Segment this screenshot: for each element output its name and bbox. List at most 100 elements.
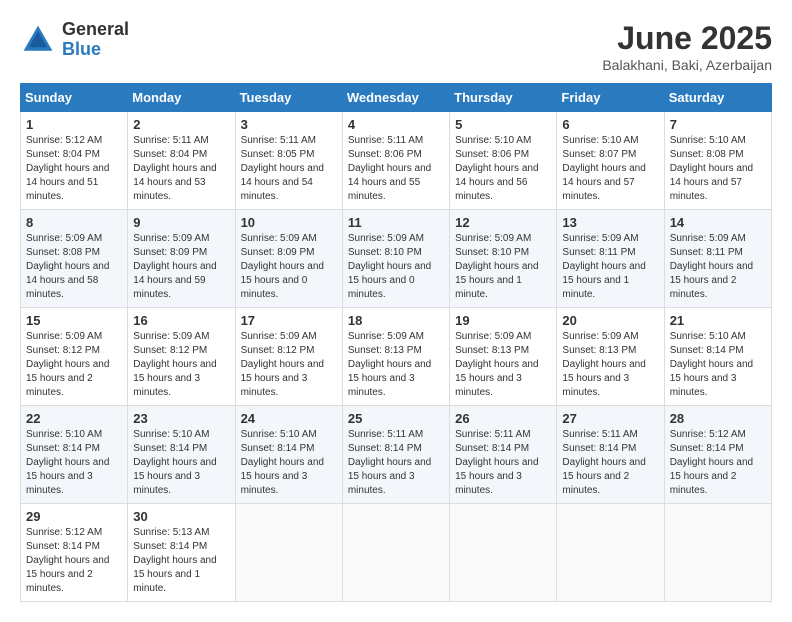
header: General Blue June 2025 Balakhani, Baki, … xyxy=(20,20,772,73)
day-info: Sunrise: 5:10 AMSunset: 8:06 PMDaylight … xyxy=(455,135,538,202)
day-number: 17 xyxy=(241,313,337,328)
day-info: Sunrise: 5:09 AMSunset: 8:11 PMDaylight … xyxy=(562,233,645,300)
calendar-title: June 2025 xyxy=(602,20,772,57)
day-info: Sunrise: 5:10 AMSunset: 8:08 PMDaylight … xyxy=(670,135,753,202)
day-info: Sunrise: 5:10 AMSunset: 8:14 PMDaylight … xyxy=(670,331,753,398)
week-row-1: 1 Sunrise: 5:12 AMSunset: 8:04 PMDayligh… xyxy=(21,112,772,210)
day-cell-8: 8 Sunrise: 5:09 AMSunset: 8:08 PMDayligh… xyxy=(21,210,128,308)
week-row-2: 8 Sunrise: 5:09 AMSunset: 8:08 PMDayligh… xyxy=(21,210,772,308)
empty-cell xyxy=(450,504,557,602)
day-info: Sunrise: 5:12 AMSunset: 8:14 PMDaylight … xyxy=(26,527,109,594)
day-number: 20 xyxy=(562,313,658,328)
logo-blue-text: Blue xyxy=(62,40,129,60)
day-number: 26 xyxy=(455,411,551,426)
day-cell-13: 13 Sunrise: 5:09 AMSunset: 8:11 PMDaylig… xyxy=(557,210,664,308)
day-info: Sunrise: 5:09 AMSunset: 8:12 PMDaylight … xyxy=(133,331,216,398)
day-cell-3: 3 Sunrise: 5:11 AMSunset: 8:05 PMDayligh… xyxy=(235,112,342,210)
week-row-3: 15 Sunrise: 5:09 AMSunset: 8:12 PMDaylig… xyxy=(21,308,772,406)
week-row-4: 22 Sunrise: 5:10 AMSunset: 8:14 PMDaylig… xyxy=(21,406,772,504)
day-cell-27: 27 Sunrise: 5:11 AMSunset: 8:14 PMDaylig… xyxy=(557,406,664,504)
day-info: Sunrise: 5:11 AMSunset: 8:06 PMDaylight … xyxy=(348,135,431,202)
day-info: Sunrise: 5:09 AMSunset: 8:10 PMDaylight … xyxy=(348,233,431,300)
logo-general-text: General xyxy=(62,20,129,40)
day-cell-17: 17 Sunrise: 5:09 AMSunset: 8:12 PMDaylig… xyxy=(235,308,342,406)
day-info: Sunrise: 5:09 AMSunset: 8:11 PMDaylight … xyxy=(670,233,753,300)
empty-cell xyxy=(235,504,342,602)
day-cell-2: 2 Sunrise: 5:11 AMSunset: 8:04 PMDayligh… xyxy=(128,112,235,210)
day-cell-14: 14 Sunrise: 5:09 AMSunset: 8:11 PMDaylig… xyxy=(664,210,771,308)
day-number: 10 xyxy=(241,215,337,230)
day-number: 28 xyxy=(670,411,766,426)
day-number: 11 xyxy=(348,215,444,230)
day-number: 25 xyxy=(348,411,444,426)
empty-cell xyxy=(557,504,664,602)
empty-cell xyxy=(342,504,449,602)
weekday-header-saturday: Saturday xyxy=(664,84,771,112)
day-cell-20: 20 Sunrise: 5:09 AMSunset: 8:13 PMDaylig… xyxy=(557,308,664,406)
day-cell-11: 11 Sunrise: 5:09 AMSunset: 8:10 PMDaylig… xyxy=(342,210,449,308)
logo: General Blue xyxy=(20,20,129,60)
day-number: 21 xyxy=(670,313,766,328)
day-info: Sunrise: 5:12 AMSunset: 8:04 PMDaylight … xyxy=(26,135,109,202)
day-number: 8 xyxy=(26,215,122,230)
day-info: Sunrise: 5:10 AMSunset: 8:14 PMDaylight … xyxy=(241,429,324,496)
day-number: 3 xyxy=(241,117,337,132)
day-info: Sunrise: 5:11 AMSunset: 8:14 PMDaylight … xyxy=(455,429,538,496)
day-cell-23: 23 Sunrise: 5:10 AMSunset: 8:14 PMDaylig… xyxy=(128,406,235,504)
day-info: Sunrise: 5:10 AMSunset: 8:14 PMDaylight … xyxy=(26,429,109,496)
day-info: Sunrise: 5:09 AMSunset: 8:13 PMDaylight … xyxy=(455,331,538,398)
day-cell-25: 25 Sunrise: 5:11 AMSunset: 8:14 PMDaylig… xyxy=(342,406,449,504)
day-info: Sunrise: 5:13 AMSunset: 8:14 PMDaylight … xyxy=(133,527,216,594)
calendar-subtitle: Balakhani, Baki, Azerbaijan xyxy=(602,57,772,73)
day-info: Sunrise: 5:09 AMSunset: 8:10 PMDaylight … xyxy=(455,233,538,300)
day-number: 7 xyxy=(670,117,766,132)
weekday-header-monday: Monday xyxy=(128,84,235,112)
weekday-header-friday: Friday xyxy=(557,84,664,112)
day-info: Sunrise: 5:12 AMSunset: 8:14 PMDaylight … xyxy=(670,429,753,496)
day-info: Sunrise: 5:09 AMSunset: 8:13 PMDaylight … xyxy=(562,331,645,398)
day-number: 19 xyxy=(455,313,551,328)
day-info: Sunrise: 5:09 AMSunset: 8:12 PMDaylight … xyxy=(26,331,109,398)
day-number: 22 xyxy=(26,411,122,426)
day-cell-24: 24 Sunrise: 5:10 AMSunset: 8:14 PMDaylig… xyxy=(235,406,342,504)
weekday-header-row: SundayMondayTuesdayWednesdayThursdayFrid… xyxy=(21,84,772,112)
day-info: Sunrise: 5:10 AMSunset: 8:07 PMDaylight … xyxy=(562,135,645,202)
day-number: 15 xyxy=(26,313,122,328)
weekday-header-thursday: Thursday xyxy=(450,84,557,112)
day-cell-7: 7 Sunrise: 5:10 AMSunset: 8:08 PMDayligh… xyxy=(664,112,771,210)
day-number: 23 xyxy=(133,411,229,426)
week-row-5: 29 Sunrise: 5:12 AMSunset: 8:14 PMDaylig… xyxy=(21,504,772,602)
day-number: 4 xyxy=(348,117,444,132)
day-cell-16: 16 Sunrise: 5:09 AMSunset: 8:12 PMDaylig… xyxy=(128,308,235,406)
day-number: 16 xyxy=(133,313,229,328)
day-number: 24 xyxy=(241,411,337,426)
day-number: 13 xyxy=(562,215,658,230)
day-info: Sunrise: 5:11 AMSunset: 8:05 PMDaylight … xyxy=(241,135,324,202)
day-number: 9 xyxy=(133,215,229,230)
day-info: Sunrise: 5:10 AMSunset: 8:14 PMDaylight … xyxy=(133,429,216,496)
weekday-header-wednesday: Wednesday xyxy=(342,84,449,112)
day-number: 12 xyxy=(455,215,551,230)
day-cell-19: 19 Sunrise: 5:09 AMSunset: 8:13 PMDaylig… xyxy=(450,308,557,406)
day-number: 2 xyxy=(133,117,229,132)
day-cell-22: 22 Sunrise: 5:10 AMSunset: 8:14 PMDaylig… xyxy=(21,406,128,504)
day-info: Sunrise: 5:09 AMSunset: 8:12 PMDaylight … xyxy=(241,331,324,398)
day-cell-6: 6 Sunrise: 5:10 AMSunset: 8:07 PMDayligh… xyxy=(557,112,664,210)
day-number: 1 xyxy=(26,117,122,132)
day-number: 5 xyxy=(455,117,551,132)
weekday-header-tuesday: Tuesday xyxy=(235,84,342,112)
day-number: 18 xyxy=(348,313,444,328)
day-number: 29 xyxy=(26,509,122,524)
day-info: Sunrise: 5:09 AMSunset: 8:13 PMDaylight … xyxy=(348,331,431,398)
day-cell-1: 1 Sunrise: 5:12 AMSunset: 8:04 PMDayligh… xyxy=(21,112,128,210)
day-info: Sunrise: 5:11 AMSunset: 8:04 PMDaylight … xyxy=(133,135,216,202)
day-info: Sunrise: 5:11 AMSunset: 8:14 PMDaylight … xyxy=(562,429,645,496)
weekday-header-sunday: Sunday xyxy=(21,84,128,112)
day-cell-26: 26 Sunrise: 5:11 AMSunset: 8:14 PMDaylig… xyxy=(450,406,557,504)
day-info: Sunrise: 5:09 AMSunset: 8:08 PMDaylight … xyxy=(26,233,109,300)
day-number: 6 xyxy=(562,117,658,132)
day-info: Sunrise: 5:11 AMSunset: 8:14 PMDaylight … xyxy=(348,429,431,496)
day-cell-4: 4 Sunrise: 5:11 AMSunset: 8:06 PMDayligh… xyxy=(342,112,449,210)
day-cell-10: 10 Sunrise: 5:09 AMSunset: 8:09 PMDaylig… xyxy=(235,210,342,308)
day-cell-5: 5 Sunrise: 5:10 AMSunset: 8:06 PMDayligh… xyxy=(450,112,557,210)
